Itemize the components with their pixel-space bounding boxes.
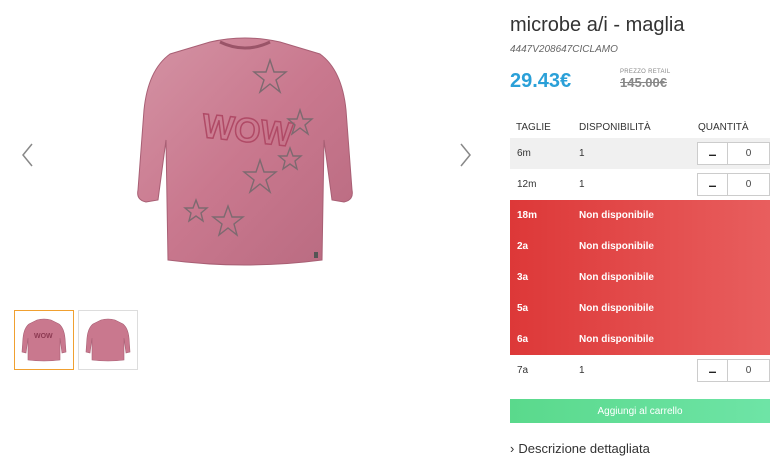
retail-price-block: PREZZO RETAIL 145.00€	[620, 69, 670, 90]
next-image-arrow-icon[interactable]	[455, 140, 475, 170]
header-size: TAGLIE	[516, 122, 551, 133]
size-table-header: TAGLIE DISPONIBILITÀ QUANTITÀ	[510, 122, 770, 138]
availability-value: Non disponibile	[579, 334, 654, 345]
size-label: 7a	[517, 365, 529, 376]
availability-value: 1	[579, 179, 585, 190]
svg-text:WOW: WOW	[34, 333, 53, 340]
quantity-stepper: –	[697, 173, 770, 196]
product-title: microbe a/i - maglia	[510, 14, 685, 36]
size-row-6a: 6a Non disponibile	[510, 324, 770, 355]
size-row-12m: 12m 1 –	[510, 169, 770, 200]
thumbnail-front[interactable]: WOW	[14, 310, 74, 370]
size-row-2a: 2a Non disponibile	[510, 231, 770, 262]
product-gallery: WOW WOW	[0, 0, 500, 459]
decrease-quantity-button[interactable]: –	[698, 143, 728, 164]
decrease-quantity-button[interactable]: –	[698, 360, 728, 381]
retail-price-value: 145.00€	[620, 75, 667, 90]
chevron-right-icon: ›	[510, 441, 515, 456]
thumbnail-strip: WOW	[14, 310, 138, 370]
availability-value: Non disponibile	[579, 303, 654, 314]
availability-value: Non disponibile	[579, 241, 654, 252]
availability-value: Non disponibile	[579, 210, 654, 221]
size-label: 6m	[517, 148, 531, 159]
quantity-stepper: –	[697, 142, 770, 165]
size-label: 3a	[517, 272, 529, 283]
quantity-input[interactable]	[728, 174, 769, 195]
product-image: WOW	[110, 30, 380, 280]
header-availability: DISPONIBILITÀ	[579, 122, 651, 133]
thumbnail-back[interactable]	[78, 310, 138, 370]
availability-value: 1	[579, 365, 585, 376]
size-label: 18m	[517, 210, 538, 221]
size-row-6m: 6m 1 –	[510, 138, 770, 169]
size-row-7a: 7a 1 –	[510, 355, 770, 386]
size-label: 5a	[517, 303, 529, 314]
size-label: 12m	[517, 179, 537, 190]
decrease-quantity-button[interactable]: –	[698, 174, 728, 195]
size-row-3a: 3a Non disponibile	[510, 262, 770, 293]
size-row-5a: 5a Non disponibile	[510, 293, 770, 324]
header-quantity: QUANTITÀ	[698, 122, 749, 133]
size-row-18m: 18m Non disponibile	[510, 200, 770, 231]
previous-image-arrow-icon[interactable]	[18, 140, 38, 170]
size-table: 6m 1 – 12m 1 – 18m Non disponibile 2a No…	[510, 138, 770, 386]
product-details: microbe a/i - maglia 4447V208647CICLAMO …	[510, 0, 770, 459]
product-price: 29.43€	[510, 70, 572, 92]
unavailable-sizes-block: 18m Non disponibile 2a Non disponibile 3…	[510, 200, 770, 355]
quantity-input[interactable]	[728, 143, 769, 164]
add-to-cart-button[interactable]: Aggiungi al carrello	[510, 399, 770, 423]
detailed-description-link[interactable]: › Descrizione dettagliata	[510, 441, 650, 456]
quantity-input[interactable]	[728, 360, 769, 381]
quantity-stepper: –	[697, 359, 770, 382]
detailed-description-label: Descrizione dettagliata	[518, 441, 650, 456]
availability-value: 1	[579, 148, 585, 159]
availability-value: Non disponibile	[579, 272, 654, 283]
size-label: 6a	[517, 334, 529, 345]
size-label: 2a	[517, 241, 529, 252]
product-sku: 4447V208647CICLAMO	[510, 44, 618, 55]
